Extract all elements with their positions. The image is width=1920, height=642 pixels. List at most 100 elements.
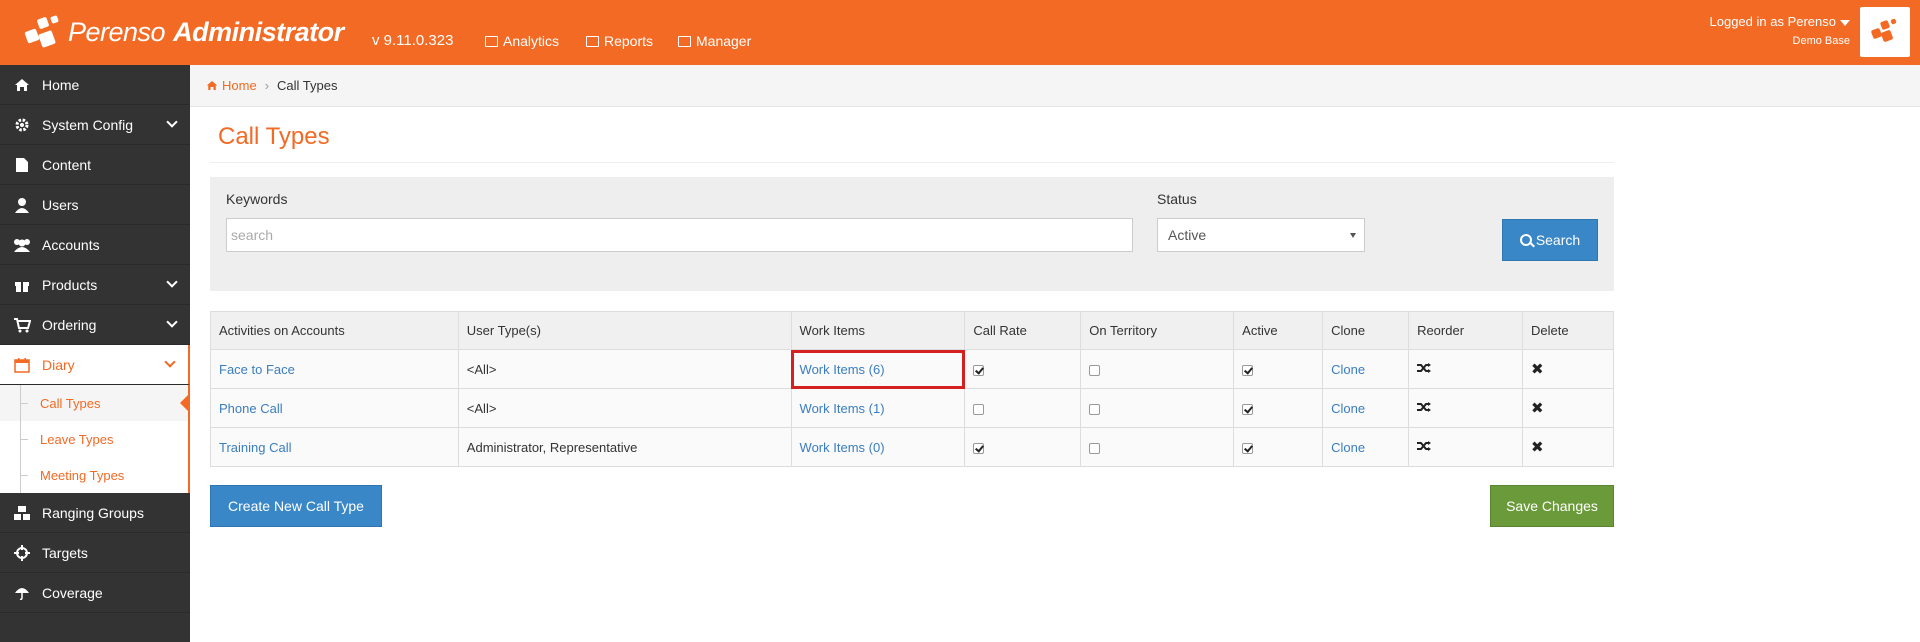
sidebar-item-label: Content: [42, 156, 92, 173]
dropdown-arrow-icon: [1350, 233, 1356, 238]
chevron-down-icon: [166, 316, 178, 328]
sidebar-subitem-leave-types[interactable]: Leave Types: [0, 421, 188, 457]
table-row: Phone Call <All> Work Items (1) Clone ✖: [210, 388, 1615, 428]
breadcrumb-separator-icon: ›: [264, 78, 270, 93]
on-territory-checkbox[interactable]: [1089, 442, 1101, 454]
gear-icon: [12, 117, 32, 133]
activity-link[interactable]: Face to Face: [219, 362, 295, 377]
column-header: Clone: [1322, 311, 1410, 350]
save-changes-button[interactable]: Save Changes: [1490, 485, 1614, 527]
sidebar-item-users[interactable]: Users: [0, 185, 190, 225]
delete-x-icon[interactable]: ✖: [1531, 400, 1544, 417]
activity-link[interactable]: Phone Call: [219, 401, 283, 416]
sidebar-item-coverage[interactable]: Coverage: [0, 573, 190, 613]
sidebar-item-accounts[interactable]: Accounts: [0, 225, 190, 265]
work-items-link[interactable]: Work Items (0): [800, 440, 885, 455]
status-label: Status: [1157, 191, 1197, 207]
nav-reports[interactable]: Reports: [586, 33, 653, 49]
user-label: Logged in as Perenso: [1709, 14, 1836, 29]
sidebar-item-ranging-groups[interactable]: Ranging Groups: [0, 493, 190, 533]
table-row: Face to Face <All> Work Items (6) Clone …: [210, 349, 1615, 389]
calendar-icon: [12, 357, 32, 373]
call-rate-checkbox[interactable]: [973, 364, 985, 376]
sidebar-item-label: Diary: [42, 356, 75, 373]
sidebar-item-home[interactable]: Home: [0, 65, 190, 105]
work-items-link[interactable]: Work Items (6): [800, 362, 885, 377]
sidebar-item-products[interactable]: Products: [0, 265, 190, 305]
chevron-down-icon: [166, 116, 178, 128]
search-button-label: Search: [1535, 232, 1581, 248]
nav-analytics[interactable]: Analytics: [485, 33, 559, 49]
divider: [210, 162, 1614, 163]
perenso-logo-icon: [24, 12, 64, 52]
gift-icon: [12, 277, 32, 293]
clone-link[interactable]: Clone: [1331, 362, 1365, 377]
database-label: Demo Base: [1792, 35, 1850, 47]
shuffle-icon[interactable]: [1417, 401, 1432, 413]
column-header: On Territory: [1080, 311, 1235, 350]
search-icon: [1519, 234, 1532, 246]
sidebar-item-ordering[interactable]: Ordering: [0, 305, 190, 345]
home-icon: [12, 77, 32, 93]
on-territory-checkbox[interactable]: [1089, 403, 1101, 415]
home-icon: [206, 81, 218, 90]
avatar[interactable]: [1860, 7, 1910, 57]
create-call-type-button[interactable]: Create New Call Type: [210, 485, 382, 527]
breadcrumb: Home › Call Types: [190, 65, 1920, 107]
shuffle-icon[interactable]: [1417, 362, 1432, 374]
sidebar-subitem-label: Call Types: [40, 395, 101, 411]
work-items-cell-highlighted: Work Items (6): [790, 349, 966, 389]
keywords-input[interactable]: [226, 218, 1133, 252]
clone-link[interactable]: Clone: [1331, 401, 1365, 416]
sidebar-subitem-label: Leave Types: [40, 431, 114, 447]
on-territory-checkbox[interactable]: [1089, 364, 1101, 376]
search-button[interactable]: Search: [1502, 219, 1598, 261]
sidebar-item-content[interactable]: Content: [0, 145, 190, 185]
sidebar-item-label: Accounts: [42, 236, 100, 253]
clone-link[interactable]: Clone: [1331, 440, 1365, 455]
column-header: Call Rate: [964, 311, 1082, 350]
shuffle-icon[interactable]: [1417, 440, 1432, 452]
sidebar-item-label: Ranging Groups: [42, 504, 144, 521]
chevron-down-icon: [166, 276, 178, 288]
keywords-label: Keywords: [226, 191, 288, 207]
call-rate-checkbox[interactable]: [973, 442, 985, 454]
active-checkbox[interactable]: [1242, 403, 1254, 415]
active-checkbox[interactable]: [1242, 364, 1254, 376]
table-row: Training Call Administrator, Representat…: [210, 427, 1615, 467]
call-rate-checkbox[interactable]: [973, 403, 985, 415]
user-icon: [12, 197, 32, 213]
column-header: Active: [1233, 311, 1324, 350]
status-select[interactable]: Active: [1157, 218, 1365, 252]
brand[interactable]: Perenso Administrator: [24, 12, 344, 52]
briefcase-icon: [678, 35, 691, 47]
cart-icon: [12, 317, 32, 333]
sidebar-subitem-call-types[interactable]: Call Types: [0, 385, 190, 421]
activity-link[interactable]: Training Call: [219, 440, 292, 455]
sidebar-item-diary[interactable]: Diary: [0, 345, 190, 385]
sidebar-subitem-meeting-types[interactable]: Meeting Types: [0, 457, 188, 493]
nav-analytics-label: Analytics: [503, 33, 560, 49]
sidebar-item-system-config[interactable]: System Config: [0, 105, 190, 145]
sidebar-item-targets[interactable]: Targets: [0, 533, 190, 573]
column-header: Delete: [1521, 311, 1615, 350]
call-types-table: Activities on Accounts User Type(s) Work…: [210, 311, 1615, 467]
nav-manager-label: Manager: [696, 33, 752, 49]
active-pointer-icon: [180, 393, 190, 413]
user-menu[interactable]: Logged in as Perenso Demo Base: [1710, 14, 1850, 47]
delete-x-icon[interactable]: ✖: [1531, 439, 1544, 456]
umbrella-icon: [12, 585, 32, 601]
sidebar: Home System Config Content Users Account…: [0, 65, 190, 642]
delete-x-icon[interactable]: ✖: [1531, 361, 1544, 378]
sidebar-item-label: Home: [42, 76, 80, 93]
user-types-cell: Administrator, Representative: [457, 427, 792, 467]
sidebar-item-label: Ordering: [42, 316, 97, 333]
status-select-value: Active: [1168, 227, 1207, 243]
nav-manager[interactable]: Manager: [678, 33, 751, 49]
work-items-link[interactable]: Work Items (1): [800, 401, 885, 416]
brand-suffix: Administrator: [173, 16, 344, 47]
active-checkbox[interactable]: [1242, 442, 1254, 454]
breadcrumb-current: Call Types: [277, 78, 338, 93]
table-icon: [586, 35, 599, 47]
breadcrumb-home[interactable]: Home: [206, 78, 257, 93]
